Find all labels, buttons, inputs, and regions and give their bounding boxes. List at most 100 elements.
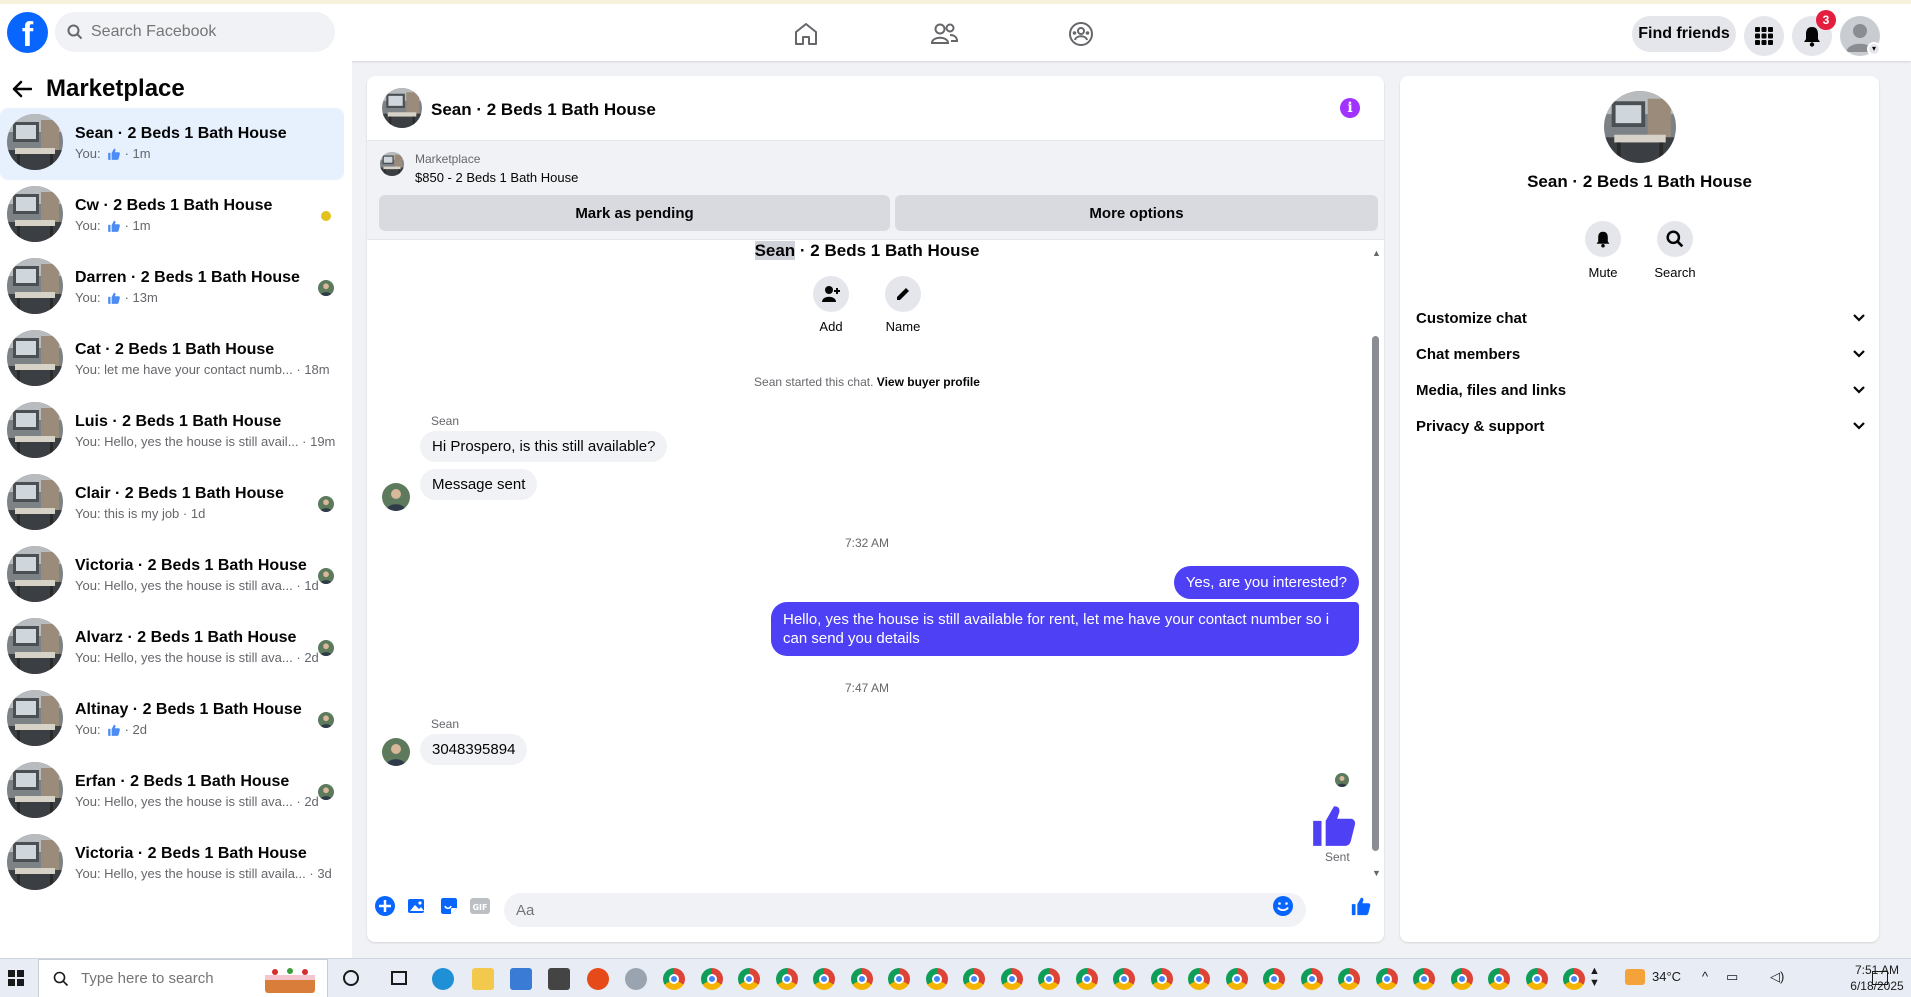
- info-icon[interactable]: i: [1340, 98, 1360, 118]
- chat-members-section[interactable]: Chat members: [1416, 336, 1866, 372]
- add-people-button[interactable]: Add: [801, 276, 861, 334]
- gif-icon[interactable]: GIF: [469, 895, 491, 917]
- listing-title[interactable]: $850 - 2 Beds 1 Bath House: [415, 170, 578, 185]
- scrollbar-thumb[interactable]: [1372, 336, 1379, 851]
- chrome-icon[interactable]: [1301, 968, 1323, 990]
- taskbar-search-input[interactable]: [81, 970, 261, 987]
- chrome-icon[interactable]: [1038, 968, 1060, 990]
- incoming-message[interactable]: Hi Prospero, is this still available?: [420, 431, 668, 462]
- chrome-icon[interactable]: [813, 968, 835, 990]
- friends-icon[interactable]: [930, 20, 958, 48]
- sent-like-icon[interactable]: [1309, 800, 1359, 850]
- chrome-icon[interactable]: [701, 968, 723, 990]
- listing-thumbnail[interactable]: [380, 152, 404, 176]
- privacy-support-section[interactable]: Privacy & support: [1416, 408, 1866, 444]
- chrome-icon[interactable]: [1338, 968, 1360, 990]
- customize-chat-section[interactable]: Customize chat: [1416, 300, 1866, 336]
- chrome-icon[interactable]: [926, 968, 948, 990]
- conversation-title[interactable]: Sean · 2 Beds 1 Bath House: [431, 100, 656, 120]
- chat-list-item[interactable]: Alvarz · 2 Beds 1 Bath House You: Hello, …: [0, 612, 344, 684]
- edge-icon[interactable]: [432, 968, 454, 990]
- search-box[interactable]: [55, 12, 335, 52]
- sender-avatar[interactable]: [382, 738, 410, 766]
- outgoing-message[interactable]: Yes, are you interested?: [1173, 566, 1359, 599]
- back-arrow-icon[interactable]: [12, 80, 32, 98]
- chrome-icon[interactable]: [851, 968, 873, 990]
- groups-icon[interactable]: [1067, 20, 1095, 48]
- incoming-message[interactable]: 3048395894: [420, 734, 528, 765]
- chrome-icon[interactable]: [1226, 968, 1248, 990]
- media-files-links-section[interactable]: Media, files and links: [1416, 372, 1866, 408]
- taskbar-search[interactable]: [38, 959, 328, 997]
- message-thread[interactable]: Sean · 2 Beds 1 Bath House Add Name Sean…: [367, 240, 1384, 878]
- view-buyer-profile-link[interactable]: View buyer profile: [877, 375, 980, 389]
- weather-icon[interactable]: [1625, 969, 1645, 985]
- account-chevron-icon[interactable]: ▾: [1867, 42, 1881, 56]
- windows-start-icon[interactable]: [8, 970, 24, 986]
- facebook-logo[interactable]: f: [7, 12, 48, 53]
- like-button-icon[interactable]: [1350, 895, 1372, 917]
- cortana-icon[interactable]: [343, 970, 359, 986]
- chat-list-item[interactable]: Altinay · 2 Beds 1 Bath House You: · 2d: [0, 684, 344, 756]
- chrome-icon[interactable]: [738, 968, 760, 990]
- menu-button[interactable]: [1744, 16, 1784, 56]
- chat-list-item[interactable]: Erfan · 2 Beds 1 Bath House You: Hello, y…: [0, 756, 344, 828]
- plus-icon[interactable]: [374, 895, 396, 917]
- chat-list-item[interactable]: Cw · 2 Beds 1 Bath House You: · 1m: [0, 180, 344, 252]
- notification-center-icon[interactable]: [1872, 971, 1888, 985]
- chrome-icon[interactable]: [1001, 968, 1023, 990]
- chrome-icon[interactable]: [1263, 968, 1285, 990]
- chrome-icon[interactable]: [888, 968, 910, 990]
- chat-list-item[interactable]: Cat · 2 Beds 1 Bath House You: let me hav…: [0, 324, 344, 396]
- temperature[interactable]: 34°C: [1652, 969, 1681, 984]
- chat-list-item[interactable]: Victoria · 2 Beds 1 Bath House You: Hello…: [0, 828, 344, 900]
- chrome-icon[interactable]: [1413, 968, 1435, 990]
- chrome-icon[interactable]: [776, 968, 798, 990]
- photo-icon[interactable]: [406, 895, 428, 917]
- chrome-icon[interactable]: [1563, 968, 1585, 990]
- search-input[interactable]: [91, 23, 321, 41]
- chat-list-item[interactable]: Sean · 2 Beds 1 Bath House You: · 1m: [0, 108, 344, 180]
- chrome-icon[interactable]: [1076, 968, 1098, 990]
- chrome-icon[interactable]: [1488, 968, 1510, 990]
- emoji-icon[interactable]: [1272, 895, 1294, 917]
- home-icon[interactable]: [792, 20, 820, 48]
- mark-as-pending-button[interactable]: Mark as pending: [379, 195, 890, 231]
- incoming-message[interactable]: Message sent: [420, 469, 538, 500]
- chrome-icon[interactable]: [1188, 968, 1210, 990]
- chrome-icon[interactable]: [1113, 968, 1135, 990]
- chrome-icon[interactable]: [1376, 968, 1398, 990]
- chat-list-item[interactable]: Clair · 2 Beds 1 Bath House You: this is …: [0, 468, 344, 540]
- volume-icon[interactable]: ◁): [1770, 969, 1784, 985]
- outgoing-message[interactable]: Hello, yes the house is still available …: [771, 602, 1359, 656]
- chat-details-avatar[interactable]: [1604, 91, 1676, 163]
- file-explorer-icon[interactable]: [472, 968, 494, 990]
- search-in-conversation-button[interactable]: Search: [1645, 221, 1705, 280]
- network-icon[interactable]: ▭: [1726, 969, 1738, 985]
- app-icon[interactable]: [625, 968, 647, 990]
- chrome-icon[interactable]: [1151, 968, 1173, 990]
- tray-chevron-icon[interactable]: ^: [1702, 969, 1708, 984]
- scroll-tray-icon[interactable]: ▲ ▼: [1589, 965, 1600, 989]
- store-icon[interactable]: [510, 968, 532, 990]
- message-input[interactable]: [504, 893, 1306, 927]
- mail-icon[interactable]: [548, 968, 570, 990]
- conversation-header: Sean · 2 Beds 1 Bath House i: [367, 76, 1384, 140]
- chat-list-item[interactable]: Luis · 2 Beds 1 Bath House You: Hello, ye…: [0, 396, 344, 468]
- conversation-avatar[interactable]: [382, 88, 422, 128]
- chat-list-item[interactable]: Victoria · 2 Beds 1 Bath House You: Hello…: [0, 540, 344, 612]
- more-options-button[interactable]: More options: [895, 195, 1378, 231]
- chrome-icon[interactable]: [1451, 968, 1473, 990]
- sticker-icon[interactable]: [438, 895, 460, 917]
- find-friends-button[interactable]: Find friends: [1632, 16, 1736, 52]
- chat-list-item[interactable]: Darren · 2 Beds 1 Bath House You: · 13m: [0, 252, 344, 324]
- chrome-icon[interactable]: [963, 968, 985, 990]
- chrome-icon[interactable]: [663, 968, 685, 990]
- task-view-icon[interactable]: [391, 971, 407, 985]
- mute-button[interactable]: Mute: [1573, 221, 1633, 280]
- scroll-up-icon[interactable]: ▲: [1372, 248, 1381, 258]
- edit-name-button[interactable]: Name: [873, 276, 933, 334]
- chrome-icon[interactable]: [1526, 968, 1548, 990]
- sender-avatar[interactable]: [382, 483, 410, 511]
- chrome-profile-icon[interactable]: [587, 968, 609, 990]
